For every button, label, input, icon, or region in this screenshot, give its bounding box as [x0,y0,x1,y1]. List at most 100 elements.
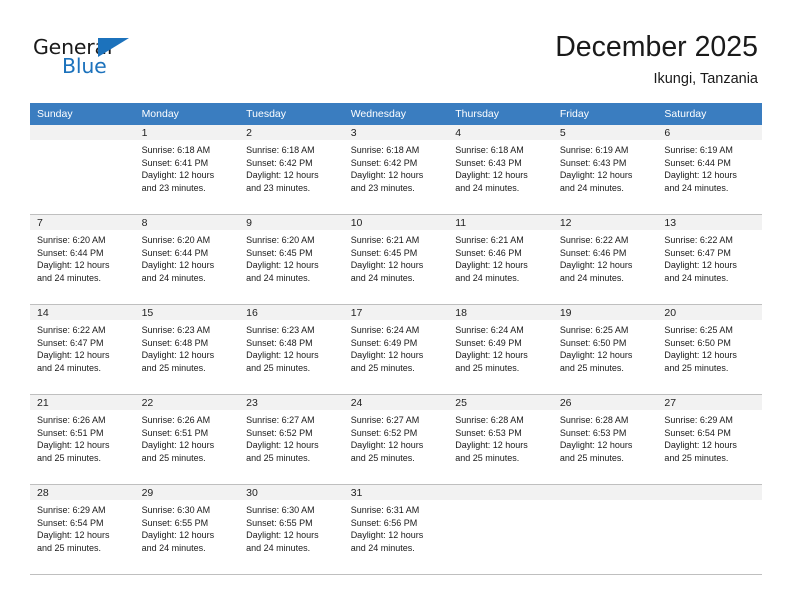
calendar-day-cell[interactable]: 7 Sunrise: 6:20 AM Sunset: 6:44 PM Daylight… [30,214,135,305]
day-sun-info: Sunrise: 6:22 AM Sunset: 6:47 PM Daylight:… [657,230,762,284]
calendar-day-cell[interactable]: 20 Sunrise: 6:25 AM Sunset: 6:50 PM Dayligh… [657,304,762,395]
day-number [657,485,762,500]
calendar-day-cell[interactable]: 17 Sunrise: 6:24 AM Sunset: 6:49 PM Dayligh… [343,304,449,395]
day-number: 3 [343,125,449,140]
calendar-week-row: 1 Sunrise: 6:18 AM Sunset: 6:41 PM Daylight… [30,125,762,215]
calendar-day-cell[interactable]: 8 Sunrise: 6:20 AM Sunset: 6:44 PM Daylight… [134,214,240,305]
calendar-day-cell[interactable]: 29 Sunrise: 6:30 AM Sunset: 6:55 PM Dayligh… [134,484,240,575]
day-info-line: Sunrise: 6:29 AM [37,505,106,515]
day-info-line: Daylight: 12 hours [37,440,110,451]
day-sun-info: Sunrise: 6:30 AM Sunset: 6:55 PM Daylight:… [135,500,240,554]
day-cell-inner [30,125,135,214]
day-info-line: and 25 minutes. [664,452,729,463]
day-info-line: Daylight: 12 hours [455,260,528,271]
calendar-day-cell[interactable]: 27 Sunrise: 6:29 AM Sunset: 6:54 PM Dayligh… [657,394,762,485]
calendar-day-cell[interactable]: 10 Sunrise: 6:21 AM Sunset: 6:45 PM Dayligh… [343,214,449,305]
calendar-day-cell[interactable]: 9 Sunrise: 6:20 AM Sunset: 6:45 PM Daylight… [239,214,344,305]
calendar-day-cell[interactable]: 3 Sunrise: 6:18 AM Sunset: 6:42 PM Daylight… [343,125,449,215]
day-info-line: Sunset: 6:53 PM [559,427,627,438]
day-cell-inner: 26 Sunrise: 6:28 AM Sunset: 6:53 PM Dayligh… [552,395,658,484]
day-info-line: Sunrise: 6:25 AM [559,325,629,335]
general-blue-logo[interactable]: General Blue [33,36,163,82]
calendar-day-cell[interactable]: 21 Sunrise: 6:26 AM Sunset: 6:51 PM Dayligh… [30,394,135,485]
day-cell-inner: 8 Sunrise: 6:20 AM Sunset: 6:44 PM Daylight… [134,215,240,304]
weekday-header-saturday: Saturday [657,103,762,125]
calendar-page: General Blue December 2025 Ikungi, Tanza… [0,0,792,612]
calendar-day-cell[interactable]: 14 Sunrise: 6:22 AM Sunset: 6:47 PM Dayligh… [30,304,135,395]
day-number: 19 [552,305,658,320]
calendar-day-cell[interactable]: 2 Sunrise: 6:18 AM Sunset: 6:42 PM Daylight… [239,125,344,215]
calendar-week-row: 28 Sunrise: 6:29 AM Sunset: 6:54 PM Dayligh… [30,484,762,575]
day-info-line: and 25 minutes. [559,362,624,373]
day-number: 21 [30,395,135,410]
day-info-line: Sunrise: 6:23 AM [141,325,211,335]
day-sun-info: Sunrise: 6:23 AM Sunset: 6:48 PM Daylight:… [239,320,344,374]
weekday-header-tuesday: Tuesday [239,103,344,125]
day-info-line: Sunrise: 6:18 AM [350,145,420,155]
calendar-day-cell[interactable]: 30 Sunrise: 6:30 AM Sunset: 6:55 PM Dayligh… [239,484,344,575]
day-info-line: and 23 minutes. [350,182,415,193]
calendar-day-cell-empty [657,484,762,575]
day-info-line: Sunrise: 6:28 AM [559,415,629,425]
day-info-line: Sunrise: 6:27 AM [246,415,315,425]
day-info-line: Daylight: 12 hours [141,350,215,361]
day-info-line: and 24 minutes. [559,272,624,283]
calendar-day-cell[interactable]: 22 Sunrise: 6:26 AM Sunset: 6:51 PM Dayligh… [134,394,240,485]
day-sun-info: Sunrise: 6:22 AM Sunset: 6:47 PM Daylight:… [30,320,135,374]
calendar-day-cell[interactable]: 23 Sunrise: 6:27 AM Sunset: 6:52 PM Dayligh… [239,394,344,485]
day-cell-inner: 15 Sunrise: 6:23 AM Sunset: 6:48 PM Dayligh… [134,305,240,394]
day-sun-info: Sunrise: 6:25 AM Sunset: 6:50 PM Daylight:… [553,320,658,374]
day-info-line: and 25 minutes. [246,452,311,463]
day-info-line: Sunrise: 6:18 AM [455,145,524,155]
calendar-day-cell[interactable]: 26 Sunrise: 6:28 AM Sunset: 6:53 PM Dayligh… [552,394,658,485]
calendar-day-cell[interactable]: 15 Sunrise: 6:23 AM Sunset: 6:48 PM Dayligh… [134,304,240,395]
day-info-line: Sunset: 6:52 PM [350,427,418,438]
calendar-day-cell[interactable]: 6 Sunrise: 6:19 AM Sunset: 6:44 PM Daylight… [657,125,762,215]
day-info-line: Sunset: 6:55 PM [141,517,209,528]
day-info-line: Daylight: 12 hours [37,350,110,361]
day-cell-inner: 11 Sunrise: 6:21 AM Sunset: 6:46 PM Dayligh… [448,215,553,304]
day-sun-info [30,140,135,144]
calendar-day-cell[interactable]: 1 Sunrise: 6:18 AM Sunset: 6:41 PM Daylight… [134,125,240,215]
day-info-line: and 25 minutes. [455,452,520,463]
calendar-day-cell[interactable]: 25 Sunrise: 6:28 AM Sunset: 6:53 PM Dayligh… [448,394,553,485]
calendar-day-cell[interactable]: 19 Sunrise: 6:25 AM Sunset: 6:50 PM Dayligh… [552,304,658,395]
weekday-header-sunday: Sunday [30,103,135,125]
day-info-line: and 25 minutes. [559,452,624,463]
day-info-line: Sunrise: 6:29 AM [664,415,733,425]
calendar-day-cell[interactable]: 16 Sunrise: 6:23 AM Sunset: 6:48 PM Dayligh… [239,304,344,395]
calendar-grid: Sunday Monday Tuesday Wednesday Thursday Frid… [30,103,762,575]
day-info-line: Daylight: 12 hours [559,350,633,361]
day-info-line: Daylight: 12 hours [664,350,737,361]
day-cell-inner: 9 Sunrise: 6:20 AM Sunset: 6:45 PM Daylight… [239,215,344,304]
day-cell-inner: 5 Sunrise: 6:19 AM Sunset: 6:43 PM Daylight… [552,125,658,214]
day-number: 31 [343,485,449,500]
calendar-day-cell[interactable]: 28 Sunrise: 6:29 AM Sunset: 6:54 PM Dayligh… [30,484,135,575]
calendar-day-cell[interactable]: 12 Sunrise: 6:22 AM Sunset: 6:46 PM Dayligh… [552,214,658,305]
day-info-line: Sunrise: 6:18 AM [246,145,315,155]
day-info-line: Sunset: 6:45 PM [350,247,418,258]
calendar-day-cell[interactable]: 5 Sunrise: 6:19 AM Sunset: 6:43 PM Daylight… [552,125,658,215]
day-info-line: Daylight: 12 hours [455,440,528,451]
calendar-day-cell[interactable]: 13 Sunrise: 6:22 AM Sunset: 6:47 PM Dayligh… [657,214,762,305]
day-info-line: Sunset: 6:56 PM [350,517,418,528]
day-info-line: and 24 minutes. [350,542,415,553]
calendar-day-cell-empty [552,484,658,575]
calendar-day-cell[interactable]: 11 Sunrise: 6:21 AM Sunset: 6:46 PM Dayligh… [448,214,553,305]
day-number: 13 [657,215,762,230]
day-info-line: Daylight: 12 hours [141,170,215,181]
day-info-line: and 25 minutes. [37,542,102,553]
day-info-line: Sunset: 6:41 PM [141,157,209,168]
day-info-line: Daylight: 12 hours [559,260,633,271]
calendar-day-cell[interactable]: 18 Sunrise: 6:24 AM Sunset: 6:49 PM Dayligh… [448,304,553,395]
day-info-line: and 24 minutes. [559,182,624,193]
day-cell-inner: 25 Sunrise: 6:28 AM Sunset: 6:53 PM Dayligh… [448,395,553,484]
day-number: 2 [239,125,344,140]
day-number: 16 [239,305,344,320]
calendar-day-cell[interactable]: 24 Sunrise: 6:27 AM Sunset: 6:52 PM Dayligh… [343,394,449,485]
calendar-day-cell[interactable]: 31 Sunrise: 6:31 AM Sunset: 6:56 PM Dayligh… [343,484,449,575]
calendar-day-cell[interactable]: 4 Sunrise: 6:18 AM Sunset: 6:43 PM Daylight… [448,125,553,215]
location-subtitle: Ikungi, Tanzania [653,71,758,87]
day-sun-info: Sunrise: 6:19 AM Sunset: 6:43 PM Daylight:… [553,140,658,194]
day-sun-info: Sunrise: 6:24 AM Sunset: 6:49 PM Daylight:… [448,320,553,374]
